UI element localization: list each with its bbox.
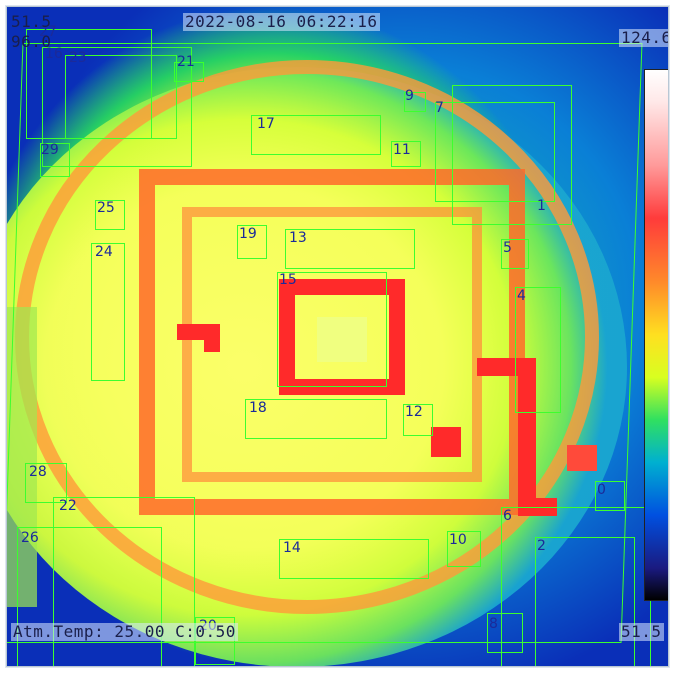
roi-label: 22 (59, 498, 77, 514)
roi-label: 24 (95, 244, 113, 260)
roi-label: 19 (239, 226, 257, 242)
emissivity-readout: 96.0 (11, 32, 52, 51)
roi-label: 7 (435, 100, 444, 116)
temperature-color-scale (644, 69, 668, 601)
roi-label: 11 (393, 142, 411, 158)
roi-label: 2 (537, 538, 546, 554)
scale-max-value: 124.6 (619, 29, 668, 47)
roi-label: 15 (279, 272, 297, 288)
roi-label: 28 (29, 464, 47, 480)
atmosphere-readout: Atm.Temp: 25.00 C:0.50 (11, 622, 238, 641)
roi-label: 13 (289, 230, 307, 246)
roi-label: 26 (21, 530, 39, 546)
roi-label: 8 (489, 616, 498, 632)
roi-label: 17 (257, 116, 275, 132)
roi-label: 9 (405, 88, 414, 104)
roi-label: 1 (537, 198, 546, 214)
thermal-image-frame: 27 16 23 21 9 7 17 11 29 1 25 19 13 5 24… (6, 6, 669, 667)
roi-label: 12 (405, 404, 423, 420)
roi-label: 6 (503, 508, 512, 524)
roi-label: 23 (69, 50, 87, 66)
roi-label: 18 (249, 400, 267, 416)
roi-label: 0 (597, 482, 606, 498)
roi-label: 21 (177, 54, 195, 70)
roi-label: 14 (283, 540, 301, 556)
timestamp: 2022-08-16 06:22:16 (183, 12, 380, 31)
roi-label: 5 (503, 240, 512, 256)
roi-box-outer (7, 43, 643, 643)
scale-min-value: 51.5 (619, 622, 664, 641)
roi-label: 29 (41, 142, 59, 158)
roi-label: 10 (449, 532, 467, 548)
max-temp-readout: 51.5 (11, 12, 52, 31)
roi-label: 4 (517, 288, 526, 304)
roi-label: 25 (97, 200, 115, 216)
